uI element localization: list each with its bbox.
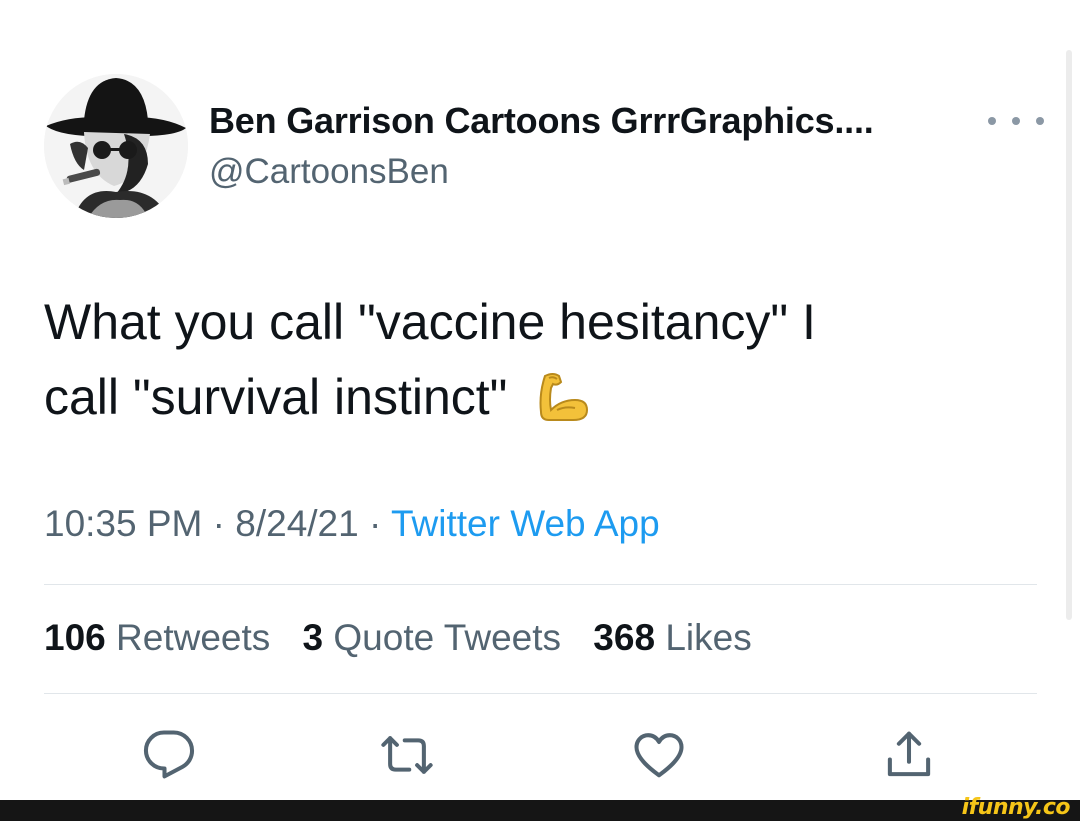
retweets-label: Retweets	[116, 617, 271, 658]
likes-stat[interactable]: 368 Likes	[593, 617, 751, 658]
meta-separator: ·	[212, 503, 225, 544]
tweet-text-line-1: What you call "vaccine hesitancy" I	[44, 294, 816, 350]
tweet-stats: 106 Retweets 3 Quote Tweets 368 Likes	[44, 617, 774, 659]
reply-icon	[143, 730, 195, 779]
reply-button[interactable]	[134, 720, 204, 790]
flexed-biceps-emoji-icon	[535, 368, 591, 443]
retweets-count: 106	[44, 617, 106, 658]
tweet-time[interactable]: 10:35 PM	[44, 503, 202, 544]
ifunny-watermark: ifunny.co	[961, 795, 1071, 820]
avatar-portrait-icon	[44, 74, 188, 218]
likes-label: Likes	[665, 617, 752, 658]
tweet-text-line-2: call "survival instinct"	[44, 360, 1044, 443]
tweet-text: What you call "vaccine hesitancy" I call…	[44, 285, 1044, 443]
quote-tweets-stat[interactable]: 3 Quote Tweets	[303, 617, 561, 658]
divider	[44, 584, 1037, 585]
scrollbar[interactable]	[1066, 50, 1072, 620]
tweet-meta: 10:35 PM · 8/24/21 · Twitter Web App	[44, 503, 660, 545]
quote-tweets-label: Quote Tweets	[333, 617, 562, 658]
avatar[interactable]	[44, 74, 188, 218]
heart-icon	[634, 733, 684, 778]
retweet-icon	[381, 736, 433, 774]
like-button[interactable]	[624, 720, 694, 790]
tweet-date[interactable]: 8/24/21	[235, 503, 358, 544]
tweet-action-bar	[0, 720, 1080, 790]
quote-tweets-count: 3	[302, 617, 324, 658]
more-options-button[interactable]	[984, 100, 1044, 140]
retweets-stat[interactable]: 106 Retweets	[44, 617, 270, 658]
author-handle[interactable]: @CartoonsBen	[209, 152, 449, 192]
tweet-text-line-2-text: call "survival instinct"	[44, 369, 508, 425]
share-button[interactable]	[874, 720, 944, 790]
likes-count: 368	[593, 617, 656, 658]
watermark-bar: ifunny.co	[0, 795, 1080, 821]
author-display-name[interactable]: Ben Garrison Cartoons GrrrGraphics....	[209, 100, 874, 142]
more-dots-icon	[988, 106, 1044, 136]
share-icon	[887, 731, 931, 777]
tweet-source-link[interactable]: Twitter Web App	[391, 503, 660, 544]
meta-separator-2: ·	[369, 503, 382, 544]
retweet-button[interactable]	[372, 720, 442, 790]
divider	[44, 693, 1037, 694]
